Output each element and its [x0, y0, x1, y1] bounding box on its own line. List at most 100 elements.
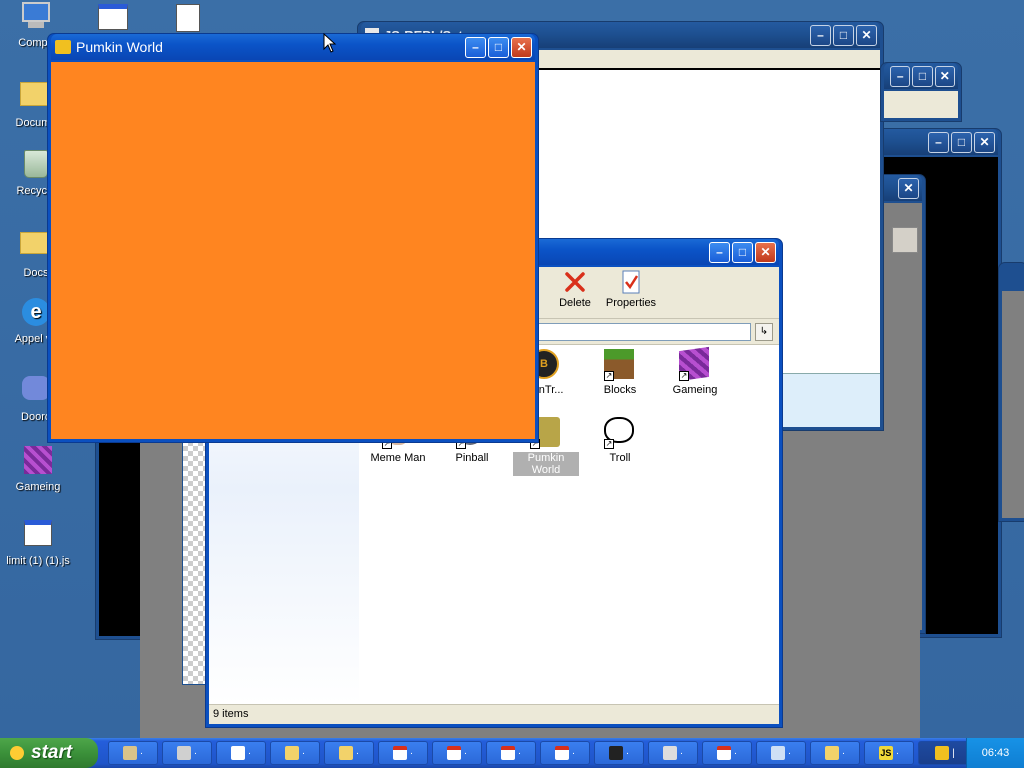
- close-button[interactable]: ✕: [898, 177, 919, 199]
- taskbar-button[interactable]: ·: [540, 741, 590, 765]
- delete-x-icon: [562, 269, 588, 295]
- file-label: Gameing: [672, 384, 718, 396]
- purple-cube-icon: ↗: [679, 346, 711, 382]
- maximize-button[interactable]: □: [833, 24, 854, 46]
- app-icon: [716, 746, 731, 760]
- status-text: 9 items: [213, 708, 249, 720]
- folder-icon: [824, 746, 839, 760]
- taskbar-button[interactable]: JS ·: [864, 741, 914, 765]
- taskbar-button[interactable]: ·: [324, 741, 374, 765]
- taskbar-button[interactable]: ·: [432, 741, 482, 765]
- shortcut-arrow-icon: ↗: [604, 439, 614, 449]
- title-bar[interactable]: – □ ✕: [884, 63, 958, 89]
- folder-icon: [284, 746, 299, 760]
- file-item[interactable]: ↗ Blocks: [584, 349, 656, 396]
- app-icon: [770, 746, 785, 760]
- maximize-button[interactable]: □: [912, 65, 933, 87]
- title-bar[interactable]: Pumkin World – □ ✕: [51, 34, 535, 60]
- taskbar-items: · · · · · · · · · · · · · · JS · |: [104, 741, 972, 765]
- pumkin-world-window: Pumkin World – □ ✕: [47, 33, 539, 443]
- minimize-button[interactable]: –: [465, 36, 486, 58]
- taskbar-button[interactable]: ·: [162, 741, 212, 765]
- minimize-button[interactable]: –: [810, 24, 831, 46]
- taskbar: start · · · · · · · · · · · · · · JS · | …: [0, 738, 1024, 768]
- window-content: [99, 424, 141, 636]
- purple-cube-icon: [22, 446, 54, 478]
- taskbar-button[interactable]: ·: [270, 741, 320, 765]
- close-button[interactable]: ✕: [934, 65, 955, 87]
- desktop-icon-limit-js[interactable]: limit (1) (1).js: [0, 520, 76, 567]
- toolbar-icon[interactable]: [892, 227, 918, 253]
- taskbar-button[interactable]: ·: [216, 741, 266, 765]
- grass-block-icon: ↗: [604, 349, 636, 381]
- properties-label: Properties: [605, 297, 657, 309]
- desktop-icon-window[interactable]: [98, 4, 128, 30]
- background-window-mid: – □ ✕: [880, 62, 962, 122]
- file-label: Pinball: [455, 452, 489, 464]
- clock[interactable]: 06:43: [982, 747, 1010, 759]
- taskbar-button-pumkin-world[interactable]: |: [918, 741, 972, 765]
- close-button[interactable]: ✕: [856, 24, 877, 46]
- game-canvas[interactable]: [51, 62, 535, 439]
- start-label: start: [31, 742, 73, 763]
- system-tray: 06:43: [966, 738, 1024, 768]
- js-icon: JS: [878, 746, 893, 760]
- app-icon: [662, 746, 677, 760]
- script-file-icon: [22, 520, 54, 552]
- file-label: Troll: [609, 452, 631, 464]
- delete-label: Delete: [559, 297, 591, 309]
- app-icon: [608, 746, 623, 760]
- title-bar[interactable]: – □ ✕: [864, 129, 998, 155]
- minimize-button[interactable]: –: [928, 131, 949, 153]
- properties-button[interactable]: Properties: [605, 269, 657, 309]
- minimize-button[interactable]: –: [709, 241, 730, 263]
- computer-icon: [20, 2, 52, 34]
- close-button[interactable]: ✕: [974, 131, 995, 153]
- file-label: Pumkin World: [513, 452, 579, 476]
- troll-face-icon: ↗: [604, 417, 636, 449]
- shortcut-arrow-icon: ↗: [604, 371, 614, 381]
- window-title: Pumkin World: [76, 39, 163, 55]
- taskbar-button[interactable]: ·: [810, 741, 860, 765]
- app-icon: [500, 746, 515, 760]
- window-content: [884, 91, 958, 118]
- file-item[interactable]: ↗ Gameing: [659, 346, 731, 396]
- file-label: Meme Man: [370, 452, 426, 464]
- window-content: [1002, 291, 1024, 518]
- desktop: – □ ✕ ✕ JS-REPL/Set – □ ✕: [0, 0, 1024, 738]
- maximize-button[interactable]: □: [732, 241, 753, 263]
- app-icon: [446, 746, 461, 760]
- pumpkin-app-icon: [55, 40, 71, 54]
- status-bar: 9 items: [209, 704, 779, 724]
- start-button[interactable]: start: [0, 738, 98, 768]
- minimize-button[interactable]: –: [890, 65, 911, 87]
- app-icon: [122, 746, 137, 760]
- taskbar-button[interactable]: ·: [702, 741, 752, 765]
- delete-button[interactable]: Delete: [549, 269, 601, 309]
- icon-label: limit (1) (1).js: [6, 555, 70, 567]
- desktop-icon-gameing[interactable]: Gameing: [0, 446, 76, 493]
- mouse-cursor-icon: [323, 33, 337, 53]
- background-window-right: [998, 262, 1024, 522]
- icon-label: Gameing: [15, 481, 61, 493]
- app-icon: [176, 746, 191, 760]
- file-item[interactable]: ↗ Troll: [584, 417, 656, 464]
- desktop-icon-file[interactable]: [176, 4, 200, 32]
- start-logo-icon: [10, 746, 24, 760]
- taskbar-button[interactable]: ·: [486, 741, 536, 765]
- taskbar-button[interactable]: ·: [648, 741, 698, 765]
- taskbar-button[interactable]: ·: [594, 741, 644, 765]
- taskbar-button[interactable]: ·: [108, 741, 158, 765]
- file-label: Blocks: [603, 384, 637, 396]
- close-button[interactable]: ✕: [511, 36, 532, 58]
- app-icon: [554, 746, 569, 760]
- pumpkin-app-icon: [935, 746, 950, 760]
- maximize-button[interactable]: □: [488, 36, 509, 58]
- maximize-button[interactable]: □: [951, 131, 972, 153]
- taskbar-button[interactable]: ·: [378, 741, 428, 765]
- close-button[interactable]: ✕: [755, 241, 776, 263]
- shortcut-arrow-icon: ↗: [679, 371, 689, 381]
- app-icon: [230, 746, 245, 760]
- taskbar-button[interactable]: ·: [756, 741, 806, 765]
- go-button[interactable]: ↳: [755, 323, 773, 341]
